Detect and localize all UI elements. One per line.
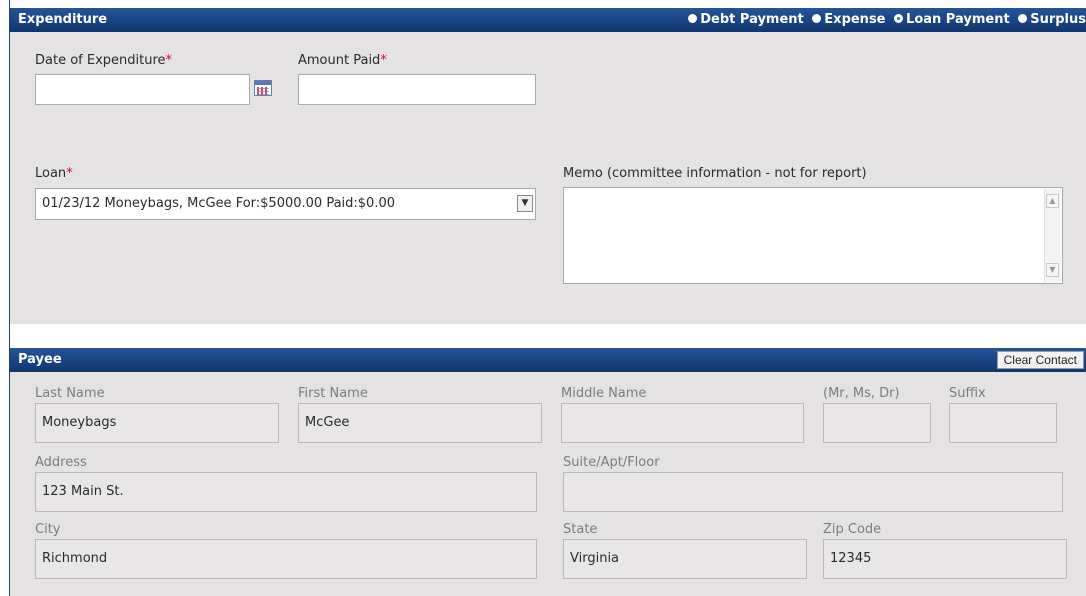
middle-name-label: Middle Name xyxy=(561,386,647,401)
amount-input[interactable] xyxy=(298,74,536,105)
suite-label: Suite/Apt/Floor xyxy=(563,455,660,470)
memo-textarea[interactable]: ▲ ▼ xyxy=(563,187,1063,284)
radio-label: Expense xyxy=(824,12,886,27)
radio-label: Surplus xyxy=(1030,12,1086,27)
radio-selected-icon xyxy=(894,14,904,23)
radio-label: Loan Payment xyxy=(906,12,1010,27)
scroll-up-icon[interactable]: ▲ xyxy=(1046,194,1059,208)
radio-label: Debt Payment xyxy=(700,12,804,27)
middle-name-field[interactable] xyxy=(561,403,804,443)
expenditure-title: Expenditure xyxy=(18,12,108,27)
payee-header: Payee Clear Contact xyxy=(10,348,1086,372)
memo-label: Memo (committee information - not for re… xyxy=(563,166,867,181)
suffix-label: Suffix xyxy=(949,386,986,401)
loan-selected-value: 01/23/12 Moneybags, McGee For:$5000.00 P… xyxy=(42,196,395,211)
radio-expense[interactable]: Expense xyxy=(812,12,886,27)
radio-dot-icon xyxy=(1018,14,1028,23)
expenditure-header: Expenditure Debt Payment Expense Loan Pa… xyxy=(10,8,1086,32)
radio-loan-payment[interactable]: Loan Payment xyxy=(894,12,1010,27)
address-field[interactable]: 123 Main St. xyxy=(35,472,537,512)
required-mark: * xyxy=(66,166,73,181)
prefix-field[interactable] xyxy=(823,403,931,443)
required-mark: * xyxy=(165,53,173,68)
zip-label: Zip Code xyxy=(823,522,882,537)
date-label: Date of Expenditure* xyxy=(35,53,173,68)
loan-select[interactable]: 01/23/12 Moneybags, McGee For:$5000.00 P… xyxy=(35,188,536,220)
state-field[interactable]: Virginia xyxy=(563,539,807,579)
zip-field[interactable]: 12345 xyxy=(823,539,1067,579)
address-label: Address xyxy=(35,455,87,470)
prefix-label: (Mr, Ms, Dr) xyxy=(823,386,900,401)
last-name-field[interactable]: Moneybags xyxy=(35,403,279,443)
clear-contact-button[interactable]: Clear Contact xyxy=(996,351,1084,369)
chevron-down-icon[interactable]: ▼ xyxy=(517,195,533,212)
radio-dot-icon xyxy=(812,14,822,23)
radio-dot-icon xyxy=(688,14,698,23)
radio-debt-payment[interactable]: Debt Payment xyxy=(688,12,804,27)
suffix-field[interactable] xyxy=(949,403,1057,443)
radio-surplus[interactable]: Surplus xyxy=(1018,12,1086,27)
scroll-down-icon[interactable]: ▼ xyxy=(1046,263,1059,277)
city-label: City xyxy=(35,522,61,537)
required-mark: * xyxy=(380,53,387,68)
last-name-label: Last Name xyxy=(35,386,105,401)
expenditure-type-radio-group: Debt Payment Expense Loan Payment Surplu… xyxy=(684,12,1086,27)
first-name-field[interactable]: McGee xyxy=(298,403,542,443)
suite-field[interactable] xyxy=(563,472,1063,512)
date-input[interactable] xyxy=(35,74,250,105)
amount-label: Amount Paid* xyxy=(298,53,387,68)
loan-label: Loan* xyxy=(35,166,73,181)
state-label: State xyxy=(563,522,598,537)
payee-title: Payee xyxy=(18,352,62,367)
city-field[interactable]: Richmond xyxy=(35,539,537,579)
memo-scrollbar[interactable]: ▲ ▼ xyxy=(1044,189,1061,282)
first-name-label: First Name xyxy=(298,386,368,401)
calendar-icon[interactable] xyxy=(254,80,272,96)
